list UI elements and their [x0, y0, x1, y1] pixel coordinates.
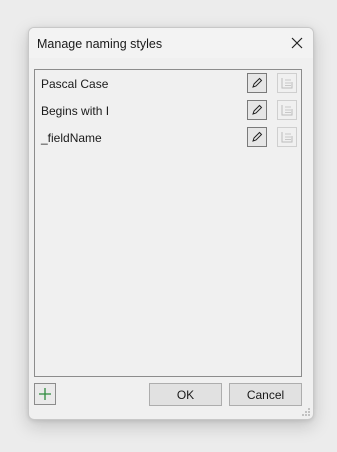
- close-icon: [291, 37, 303, 49]
- naming-style-label: Begins with I: [41, 104, 110, 118]
- list-item[interactable]: Begins with I: [35, 98, 301, 124]
- ok-button[interactable]: OK: [149, 383, 222, 406]
- naming-styles-list[interactable]: Pascal Case Begins with I _fieldName: [34, 69, 302, 377]
- edit-button[interactable]: [247, 127, 267, 147]
- pencil-icon: [252, 77, 263, 88]
- remove-button[interactable]: [277, 73, 297, 93]
- cancel-button[interactable]: Cancel: [229, 383, 302, 406]
- remove-button[interactable]: [277, 127, 297, 147]
- pencil-icon: [252, 104, 263, 115]
- manage-naming-styles-dialog: Manage naming styles Pascal Case Begins …: [28, 27, 314, 420]
- remove-icon: [281, 78, 293, 89]
- list-item[interactable]: Pascal Case: [35, 71, 301, 97]
- list-item[interactable]: _fieldName: [35, 125, 301, 151]
- edit-button[interactable]: [247, 73, 267, 93]
- remove-button[interactable]: [277, 100, 297, 120]
- plus-icon: [39, 388, 51, 400]
- remove-icon: [281, 105, 293, 116]
- close-button[interactable]: [287, 33, 307, 53]
- resize-grip-icon[interactable]: [301, 407, 311, 417]
- naming-style-label: _fieldName: [41, 131, 102, 145]
- title-bar: Manage naming styles: [29, 28, 313, 58]
- remove-icon: [281, 132, 293, 143]
- add-button[interactable]: [34, 383, 56, 405]
- pencil-icon: [252, 131, 263, 142]
- naming-style-label: Pascal Case: [41, 77, 109, 91]
- dialog-title: Manage naming styles: [37, 37, 163, 51]
- edit-button[interactable]: [247, 100, 267, 120]
